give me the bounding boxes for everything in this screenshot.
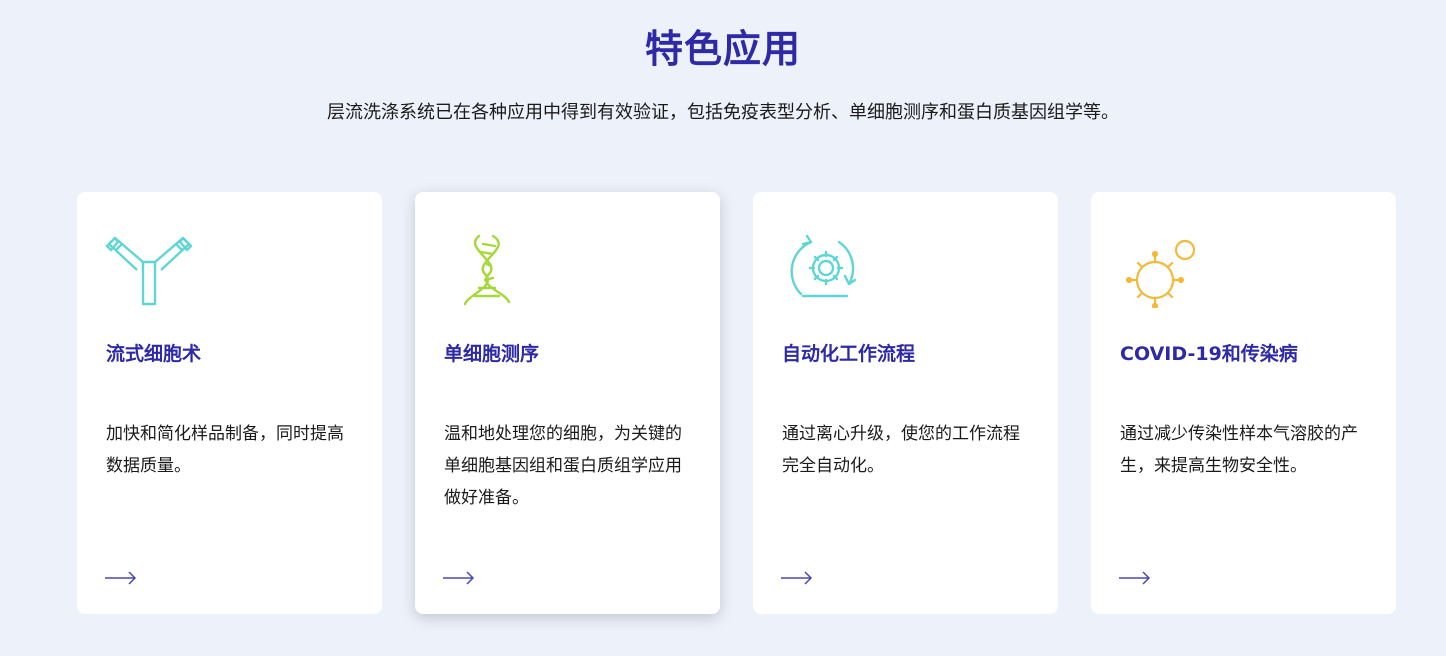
card-flow-cytometry[interactable]: 流式细胞术 加快和简化样品制备，同时提高数据质量。 [77,192,382,614]
card-title: COVID-19和传染病 [1120,343,1298,365]
section-subtitle: 层流洗涤系统已在各种应用中得到有效验证，包括免疫表型分析、单细胞测序和蛋白质基因… [327,102,1119,123]
arrow-right-icon[interactable] [443,570,475,585]
card-title: 单细胞测序 [444,343,540,365]
card-automation-workflow[interactable]: 自动化工作流程 通过离心升级，使您的工作流程完全自动化。 [753,192,1058,614]
card-title: 自动化工作流程 [782,343,916,365]
antibody-icon [105,232,195,308]
card-description: 通过减少传染性样本气溶胶的产生，来提高生物安全性。 [1120,424,1358,476]
card-title: 流式细胞术 [106,343,202,365]
card-description: 通过离心升级，使您的工作流程完全自动化。 [782,424,1020,476]
card-covid19[interactable]: COVID-19和传染病 通过减少传染性样本气溶胶的产生，来提高生物安全性。 [1091,192,1396,614]
section-title: 特色应用 [644,27,801,71]
arrow-right-icon[interactable] [1119,570,1151,585]
card-description: 加快和简化样品制备，同时提高数据质量。 [106,424,344,476]
card-single-cell-sequencing[interactable]: 单细胞测序 温和地处理您的细胞，为关键的单细胞基因组和蛋白质组学应用做好准备。 [415,192,720,614]
dna-icon [443,232,533,308]
arrow-right-icon[interactable] [781,570,813,585]
arrow-right-icon[interactable] [105,570,137,585]
card-description: 温和地处理您的细胞，为关键的单细胞基因组和蛋白质组学应用做好准备。 [444,424,682,508]
gear-cycle-icon [781,232,871,308]
virus-icon [1119,232,1209,310]
featured-applications-section: 特色应用 层流洗涤系统已在各种应用中得到有效验证，包括免疫表型分析、单细胞测序和… [0,0,1446,656]
